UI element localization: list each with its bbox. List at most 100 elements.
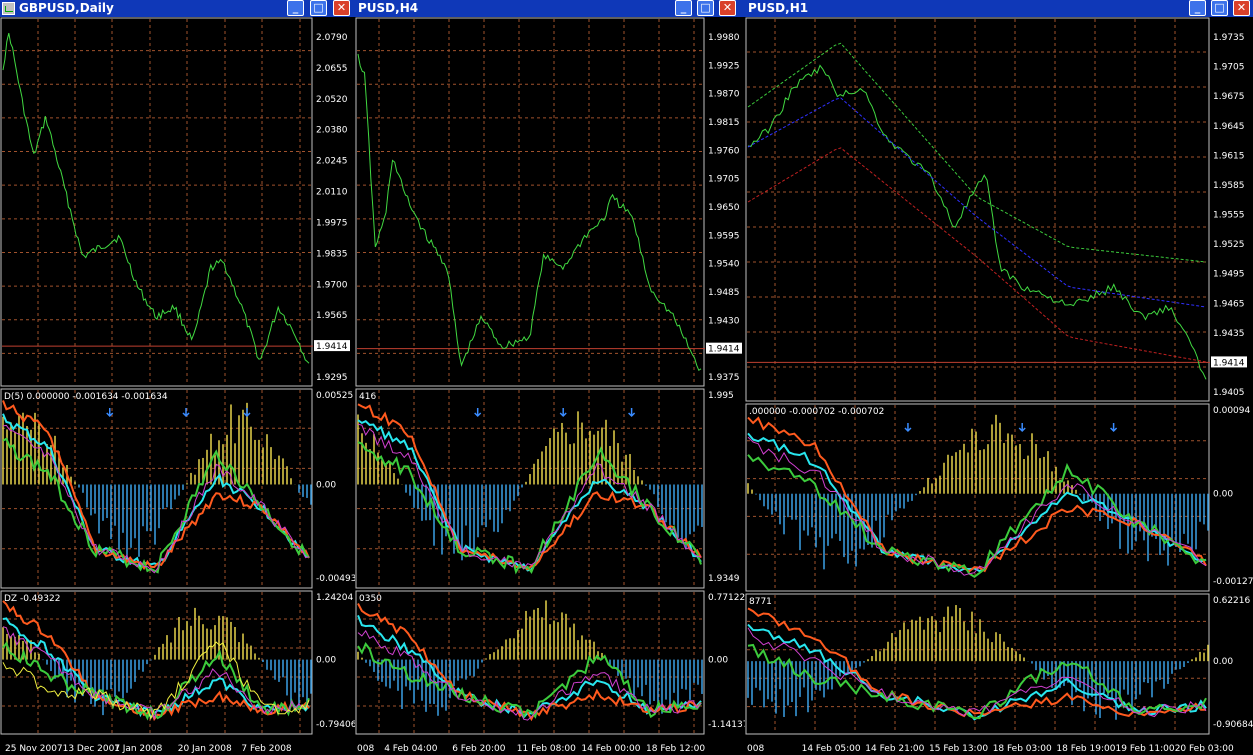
ind2-axis-label: 0.00 <box>316 656 336 666</box>
window-titlebar[interactable]: GBPUSD,Daily _ □ ✕ <box>0 0 355 17</box>
price-axis-label: 1.9650 <box>708 203 740 213</box>
ind1-label: D(5) 0.000000 -0.001634 -0.001634 <box>4 392 168 402</box>
price-axis-label: 1.9375 <box>708 373 740 383</box>
price-axis-label: 2.0655 <box>316 64 348 74</box>
ind2-label: 8771 <box>749 597 772 607</box>
panel-frame <box>0 388 313 589</box>
ind2-axis-label: -0.79406 <box>316 720 355 730</box>
maximize-button[interactable]: □ <box>1211 0 1228 16</box>
price-axis-label: 1.9615 <box>1213 151 1245 161</box>
ind1-axis-label: 1.995 <box>708 391 734 401</box>
ind1-axis-label: 0.00 <box>1213 490 1233 500</box>
time-axis-label: 14 Feb 00:00 <box>581 744 640 754</box>
time-axis-label: 7 Feb 2008 <box>241 744 292 754</box>
ind1-line-cyan <box>2 413 310 570</box>
close-button[interactable]: ✕ <box>719 0 736 16</box>
price-axis-label: 1.9595 <box>708 231 740 241</box>
signal-arrow-down-icon <box>243 408 251 418</box>
ind2-axis-label: 1.24204 <box>316 593 353 603</box>
window-title: PUSD,H1 <box>748 1 809 15</box>
chart-window-gbpusd-daily[interactable]: GBPUSD,Daily _ □ ✕ 2.0790 2.0655 2.0520 2.0… <box>0 0 355 755</box>
ind1-axis-label: -0.00493 <box>316 574 355 584</box>
time-axis-label: 008 <box>747 744 764 754</box>
maximize-button[interactable]: □ <box>310 0 327 16</box>
ind2-line-cyan <box>2 617 310 720</box>
signal-arrow-down-icon <box>628 408 636 418</box>
time-axis-label: 008 <box>357 744 374 754</box>
time-axis-label: 14 Feb 05:00 <box>802 744 861 754</box>
current-price-label: 1.9414 <box>1213 358 1245 368</box>
price-axis-label: 2.0520 <box>316 95 348 105</box>
ind2-axis-label: 0.00 <box>708 656 728 666</box>
price-axis-label: 1.9465 <box>1213 299 1245 309</box>
time-axis-label: 18 Feb 12:00 <box>646 744 705 754</box>
time-axis-label: 18 Feb 19:00 <box>1056 744 1115 754</box>
minimize-button[interactable]: _ <box>1189 0 1206 16</box>
price-axis-label: 1.9815 <box>708 118 740 128</box>
time-axis-label: 11 Feb 08:00 <box>517 744 576 754</box>
time-axis-label: 13 Dec 2007 <box>63 744 121 754</box>
window-titlebar[interactable]: PUSD,H4 _ □ ✕ <box>355 0 745 17</box>
price-axis-label: 1.9980 <box>708 33 740 43</box>
ind1-label: .000000 -0.000702 -0.000702 <box>749 407 884 417</box>
price-axis-label: 1.9430 <box>708 316 740 326</box>
time-axis-label: 25 Nov 2007 <box>5 744 63 754</box>
price-axis-label: 1.9700 <box>316 280 348 290</box>
chart-window-gbpusd-h1[interactable]: PUSD,H1 _ □ ✕ 1.9735 1.9705 1.9675 1.9645 1.… <box>745 0 1253 755</box>
time-axis-label: 19 Feb 11:00 <box>1116 744 1175 754</box>
current-price-label: 1.9414 <box>708 345 740 355</box>
current-price-label: 1.9414 <box>316 342 348 352</box>
price-axis-label: 1.9565 <box>316 311 348 321</box>
ind1-axis-label: 0.00 <box>316 480 336 490</box>
maximize-button[interactable]: □ <box>697 0 714 16</box>
signal-arrow-down-icon <box>559 408 567 418</box>
price-axis-label: 1.9705 <box>708 175 740 185</box>
chart-canvas[interactable]: 1.9980 1.9925 1.9870 1.9815 1.9760 1.9705 1.96… <box>355 17 745 755</box>
close-button[interactable]: ✕ <box>333 0 350 16</box>
window-title: GBPUSD,Daily <box>19 1 114 15</box>
signal-arrow-down-icon <box>182 408 190 418</box>
ind2-axis-label: 0.62216 <box>1213 596 1250 606</box>
price-axis-label: 1.9925 <box>708 61 740 71</box>
ind1-axis-label: 0.00094 <box>1213 406 1250 416</box>
ind2-line-magenta <box>2 626 310 720</box>
time-axis-label: 15 Feb 13:00 <box>929 744 988 754</box>
time-axis-label: 20 Feb 03:00 <box>1175 744 1234 754</box>
price-axis-label: 1.9760 <box>708 146 740 156</box>
panel-frame <box>355 388 705 589</box>
ind1-line-magenta <box>357 423 702 570</box>
price-line <box>2 32 310 364</box>
price-axis-label: 1.9555 <box>1213 211 1245 221</box>
time-axis-label: 4 Feb 04:00 <box>384 744 438 754</box>
chart-canvas[interactable]: 2.0790 2.0655 2.0520 2.0380 2.0245 2.0110 1.99… <box>0 17 355 755</box>
price-axis-label: 1.9585 <box>1213 181 1245 191</box>
time-axis-label: 14 Feb 21:00 <box>865 744 924 754</box>
panel-frame <box>0 17 313 387</box>
time-axis-label: 6 Feb 20:00 <box>452 744 506 754</box>
price-line <box>357 53 702 372</box>
ind2-axis-label: -0.90684 <box>1213 720 1253 730</box>
time-axis-label: 18 Feb 03:00 <box>993 744 1052 754</box>
ind1-axis-label: 0.00525 <box>316 391 353 401</box>
ind1-axis-label: 1.9349 <box>708 574 740 584</box>
price-axis-label: 1.9975 <box>316 218 348 228</box>
signal-arrow-down-icon <box>904 423 912 433</box>
minimize-button[interactable]: _ <box>675 0 692 16</box>
price-axis-label: 2.0790 <box>316 33 348 43</box>
ind1-axis-label: -0.00127 <box>1213 577 1253 587</box>
price-axis-label: 1.9735 <box>1213 33 1245 43</box>
price-axis-label: 1.9485 <box>708 288 740 298</box>
close-button[interactable]: ✕ <box>1233 0 1250 16</box>
minimize-button[interactable]: _ <box>287 0 304 16</box>
price-axis-label: 1.9540 <box>708 260 740 270</box>
ind2-axis-label: 0.00 <box>1213 657 1233 667</box>
window-titlebar[interactable]: PUSD,H1 _ □ ✕ <box>745 0 1253 17</box>
time-axis-label: 1 Jan 2008 <box>114 744 162 754</box>
chart-window-icon <box>2 2 15 15</box>
price-axis-label: 1.9645 <box>1213 122 1245 132</box>
chart-window-gbpusd-h4[interactable]: PUSD,H4 _ □ ✕ 1.9980 1.9925 1.9870 1.9815 1.… <box>355 0 745 755</box>
time-axis-label: 20 Jan 2008 <box>178 744 232 754</box>
chart-canvas[interactable]: 1.9735 1.9705 1.9675 1.9645 1.9615 1.9585 1.95… <box>745 17 1253 755</box>
price-axis-label: 1.9835 <box>316 249 348 259</box>
ind1-line-green <box>357 441 702 575</box>
